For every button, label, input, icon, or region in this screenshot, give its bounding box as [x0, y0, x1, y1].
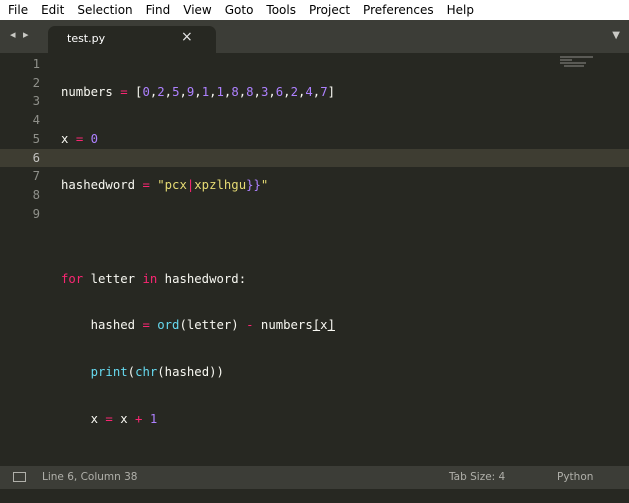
minimap[interactable]	[560, 56, 595, 74]
menu-selection[interactable]: Selection	[70, 0, 138, 20]
line-number: 8	[32, 187, 40, 202]
line-number-gutter: 1 2 3 4 5 6 7 8 9	[0, 53, 50, 466]
menu-bar: File Edit Selection Find View Goto Tools…	[0, 0, 629, 20]
menu-view[interactable]: View	[176, 0, 217, 20]
menu-project[interactable]: Project	[302, 0, 356, 20]
line-number: 7	[32, 169, 40, 184]
line-number: 1	[32, 57, 40, 71]
menu-find[interactable]: Find	[139, 0, 177, 20]
line-number-active: 6	[32, 150, 40, 165]
tab-bar: ◂ ▸ test.py × ▼	[0, 20, 629, 53]
code-line-6: hashed = ord(letter) - numbers[x]	[61, 318, 335, 333]
cursor-position: Line 6, Column 38	[42, 471, 138, 483]
menu-file[interactable]: File	[0, 0, 34, 20]
minimap-line	[560, 56, 593, 58]
tab-navigation-arrows-icon[interactable]: ◂ ▸	[10, 28, 31, 41]
line-number: 2	[32, 75, 40, 90]
minimap-line	[560, 62, 586, 64]
panel-toggle-icon[interactable]	[13, 472, 26, 482]
minimap-line	[564, 65, 584, 67]
code-line-7: print(chr(hashed))	[90, 365, 224, 380]
menu-preferences[interactable]: Preferences	[356, 0, 440, 20]
code-line-2: x = 0	[61, 131, 99, 146]
menu-tools[interactable]: Tools	[259, 0, 302, 20]
minimap-line	[560, 59, 572, 61]
line-number: 5	[32, 131, 40, 146]
menu-help[interactable]: Help	[440, 0, 480, 20]
close-icon[interactable]: ×	[181, 29, 193, 45]
menu-goto[interactable]: Goto	[218, 0, 260, 20]
code-area[interactable]: numbers = [0,2,5,9,1,1,8,8,3,6,2,4,7] x …	[61, 55, 335, 503]
code-editor[interactable]: 1 2 3 4 5 6 7 8 9 numbers = [0,2,5,9,1,1…	[0, 53, 629, 466]
line-number: 3	[32, 94, 40, 109]
code-line-1: numbers = [0,2,5,9,1,1,8,8,3,6,2,4,7]	[61, 85, 336, 99]
code-line-3: hashedword = "pcx|xpzlhgu}}"	[61, 178, 269, 193]
code-line-8: x = x + 1	[61, 411, 158, 426]
menu-edit[interactable]: Edit	[34, 0, 70, 20]
line-number: 9	[32, 206, 40, 221]
tab-test-py[interactable]: test.py ×	[48, 26, 216, 53]
code-line-5: for letter in hashedword:	[61, 271, 247, 286]
syntax-selector[interactable]: Python	[557, 471, 593, 483]
status-bar: Line 6, Column 38 Tab Size: 4 Python	[0, 466, 629, 489]
tab-list-dropdown-icon[interactable]: ▼	[612, 30, 620, 41]
tab-size-selector[interactable]: Tab Size: 4	[449, 471, 505, 483]
line-number: 4	[32, 113, 40, 128]
tab-title: test.py	[67, 32, 106, 45]
